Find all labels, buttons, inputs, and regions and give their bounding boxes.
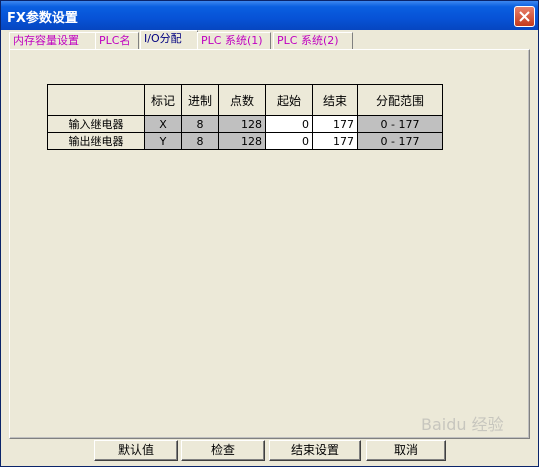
window-title: FX参数设置 — [7, 11, 78, 26]
default-button[interactable]: 默认值 — [94, 440, 178, 461]
watermark: Baidu 经验 — [421, 415, 504, 434]
header-range: 分配范围 — [357, 84, 443, 116]
header-mark: 标记 — [144, 84, 182, 116]
tab-io-assignment[interactable]: I/O分配 — [140, 30, 198, 50]
close-icon — [519, 11, 530, 22]
cancel-button[interactable]: 取消 — [366, 440, 446, 461]
header-base: 进制 — [181, 84, 219, 116]
row-range: 0 - 177 — [357, 132, 443, 150]
close-button[interactable] — [514, 6, 535, 27]
row-points: 128 — [218, 132, 266, 150]
fx-params-dialog: FX参数设置 内存容量设置 PLC名 I/O分配 PLC 系统(1) PLC 系… — [0, 0, 539, 467]
table-header-row: 标记 进制 点数 起始 结束 分配范围 — [47, 84, 443, 116]
table-row: 输入继电器 X 8 128 0 177 0 - 177 — [47, 115, 443, 133]
tab-plc-system-1[interactable]: PLC 系统(1) — [197, 32, 271, 49]
io-table: 标记 进制 点数 起始 结束 分配范围 输入继电器 X 8 128 0 177 … — [47, 84, 443, 150]
row-start-input[interactable]: 0 — [265, 132, 313, 150]
finish-settings-button[interactable]: 结束设置 — [269, 440, 361, 461]
row-start-input[interactable]: 0 — [265, 115, 313, 133]
tab-memory-capacity[interactable]: 内存容量设置 — [9, 32, 97, 49]
row-mark: Y — [144, 132, 182, 150]
row-base: 8 — [181, 132, 219, 150]
row-name: 输入继电器 — [47, 115, 145, 133]
row-end-input[interactable]: 177 — [312, 132, 358, 150]
check-button[interactable]: 检查 — [181, 440, 265, 461]
title-bar[interactable]: FX参数设置 — [1, 1, 538, 30]
button-bar: 默认值 检查 结束设置 取消 — [1, 438, 538, 466]
table-row: 输出继电器 Y 8 128 0 177 0 - 177 — [47, 132, 443, 150]
header-end: 结束 — [312, 84, 358, 116]
row-name: 输出继电器 — [47, 132, 145, 150]
header-start: 起始 — [265, 84, 313, 116]
tab-plc-system-2[interactable]: PLC 系统(2) — [273, 32, 353, 49]
header-blank — [47, 84, 145, 116]
row-range: 0 - 177 — [357, 115, 443, 133]
row-mark: X — [144, 115, 182, 133]
row-end-input[interactable]: 177 — [312, 115, 358, 133]
row-points: 128 — [218, 115, 266, 133]
row-base: 8 — [181, 115, 219, 133]
header-points: 点数 — [218, 84, 266, 116]
tab-plc-name[interactable]: PLC名 — [95, 32, 139, 49]
